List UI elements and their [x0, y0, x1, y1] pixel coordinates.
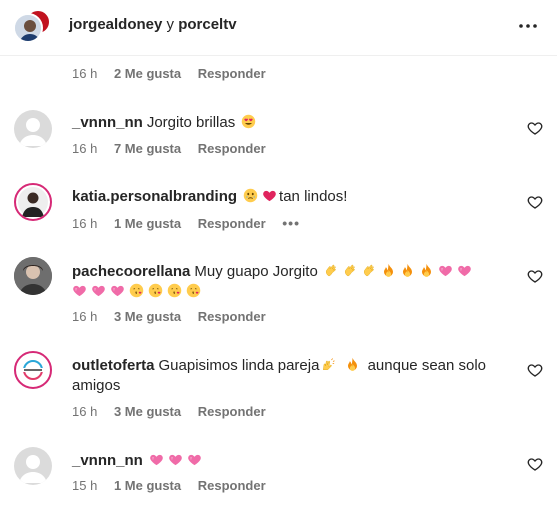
kiss-emoji-icon [129, 283, 144, 298]
caption-likes[interactable]: 2 Me gusta [114, 66, 181, 81]
pink-heart-emoji-icon [72, 283, 87, 298]
comment-body: pachecoorellana Muy guapo Jorgito [72, 262, 512, 302]
reply-button[interactable]: Responder [198, 309, 266, 324]
red-heart-emoji-icon [262, 188, 277, 203]
kiss-emoji-icon [186, 283, 201, 298]
more-options-button[interactable] [515, 14, 541, 38]
comment-time: 15 h [72, 478, 98, 493]
comment-meta: 16 h 3 Me gusta Responder [72, 404, 279, 419]
post-header: jorgealdoney y porceltv [0, 0, 557, 56]
fire-emoji-icon [381, 263, 396, 278]
comment-time: 16 h [72, 404, 98, 419]
heart-eyes-emoji-icon [241, 114, 256, 129]
pachecoorellana-avatar[interactable] [14, 257, 52, 295]
default-user-avatar-icon[interactable] [14, 447, 52, 485]
comment-username[interactable]: outletoferta [72, 357, 155, 374]
comment-body: outletoferta Guapisimos linda pareja aunq… [72, 356, 512, 396]
comment-body: _vnnn_nn [72, 451, 512, 471]
comment-likes[interactable]: 3 Me gusta [114, 309, 181, 324]
default-user-avatar-icon[interactable] [14, 110, 52, 148]
comment-options-icon[interactable]: ••• [282, 215, 300, 231]
pink-heart-emoji-icon [91, 283, 106, 298]
comment-likes[interactable]: 7 Me gusta [114, 141, 181, 156]
crying-face-emoji-icon [243, 188, 258, 203]
comment-time: 16 h [72, 141, 98, 156]
reply-button[interactable]: Responder [198, 141, 266, 156]
caption-meta: 16 h 2 Me gusta Responder [72, 66, 279, 81]
comment-text: Jorgito brillas [146, 114, 236, 131]
more-horizontal-icon [519, 24, 537, 28]
reply-button[interactable]: Responder [198, 478, 266, 493]
caption-time: 16 h [72, 66, 98, 81]
heart-outline-icon[interactable] [527, 268, 543, 284]
collab-avatars[interactable] [13, 9, 51, 47]
outletoferta-avatar[interactable] [14, 351, 52, 389]
clap-emoji-icon [324, 263, 339, 278]
comment-time: 16 h [72, 216, 98, 231]
comment-username[interactable]: _vnnn_nn [72, 114, 143, 131]
pink-heart-emoji-icon [457, 263, 472, 278]
raised-hands-emoji-icon [321, 357, 336, 372]
clap-emoji-icon [343, 263, 358, 278]
comment-username[interactable]: pachecoorellana [72, 263, 190, 280]
comment-time: 16 h [72, 309, 98, 324]
comment-text: Muy guapo Jorgito [194, 263, 318, 280]
comment-text: Guapisimos linda pareja [158, 357, 320, 374]
collab-separator: y [166, 16, 175, 33]
comment-username[interactable]: _vnnn_nn [72, 452, 143, 469]
comment-body: katia.personalbranding tan lindos! [72, 187, 512, 207]
fire-emoji-icon [400, 263, 415, 278]
collaborator-username[interactable]: porceltv [178, 16, 236, 33]
pink-heart-emoji-icon [187, 452, 202, 467]
heart-outline-icon[interactable] [527, 362, 543, 378]
comment-meta: 16 h 7 Me gusta Responder [72, 141, 279, 156]
pink-heart-emoji-icon [149, 452, 164, 467]
clap-emoji-icon [362, 263, 377, 278]
fire-emoji-icon [345, 357, 360, 372]
pink-heart-emoji-icon [110, 283, 125, 298]
comment-meta: 16 h 1 Me gusta Responder ••• [72, 215, 313, 231]
author-username[interactable]: jorgealdoney [69, 16, 162, 33]
comment-text: tan lindos! [279, 188, 348, 205]
heart-outline-icon[interactable] [527, 194, 543, 210]
kiss-emoji-icon [167, 283, 182, 298]
pink-heart-emoji-icon [438, 263, 453, 278]
comment-username[interactable]: katia.personalbranding [72, 188, 237, 205]
heart-outline-icon[interactable] [527, 456, 543, 472]
reply-button[interactable]: Responder [198, 216, 266, 231]
comment-meta: 15 h 1 Me gusta Responder [72, 478, 279, 493]
fire-emoji-icon [419, 263, 434, 278]
reply-button[interactable]: Responder [198, 404, 266, 419]
comment-likes[interactable]: 1 Me gusta [114, 478, 181, 493]
jorgealdoney-avatar [13, 13, 43, 43]
post-title: jorgealdoney y porceltv [69, 16, 237, 33]
comment-body: _vnnn_nn Jorgito brillas [72, 113, 512, 133]
comment-likes[interactable]: 3 Me gusta [114, 404, 181, 419]
pink-heart-emoji-icon [168, 452, 183, 467]
heart-outline-icon[interactable] [527, 120, 543, 136]
katia-avatar[interactable] [14, 183, 52, 221]
kiss-emoji-icon [148, 283, 163, 298]
caption-reply-button[interactable]: Responder [198, 66, 266, 81]
comment-likes[interactable]: 1 Me gusta [114, 216, 181, 231]
comment-meta: 16 h 3 Me gusta Responder [72, 309, 279, 324]
